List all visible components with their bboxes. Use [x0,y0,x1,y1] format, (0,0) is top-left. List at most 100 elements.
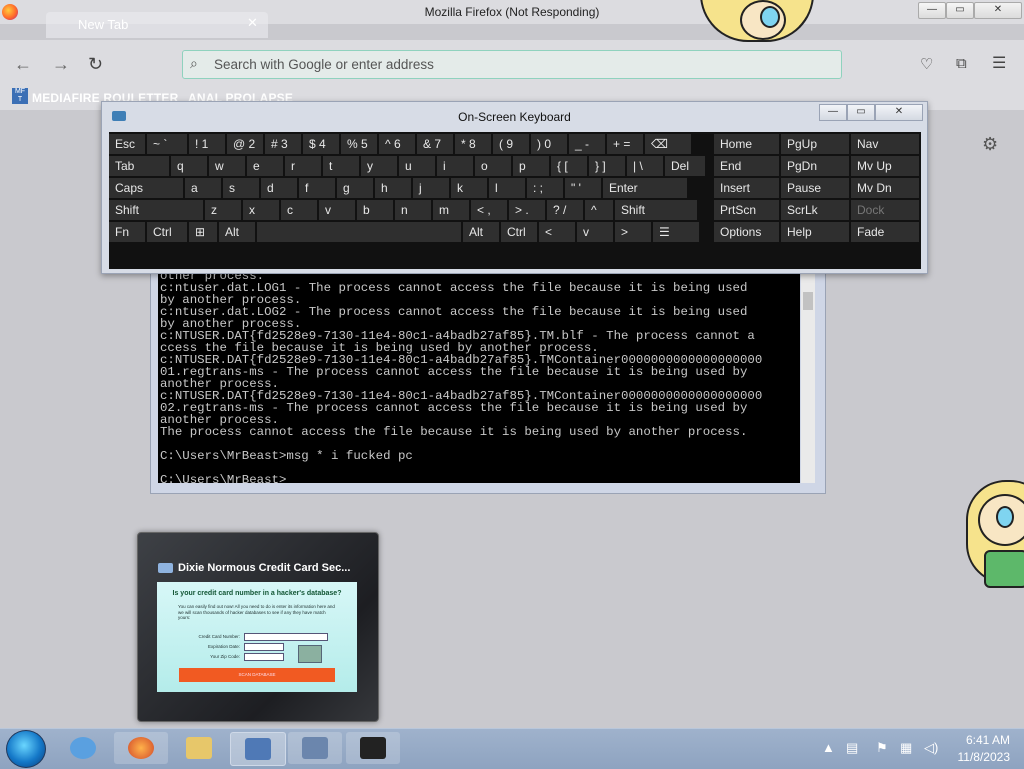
osk-key-rbr[interactable]: } ] [589,156,625,176]
osk-key-s[interactable]: s [223,178,259,198]
osk-key-menu[interactable]: ☰ [653,222,699,242]
osk-key-d6[interactable]: ^ 6 [379,134,415,154]
osk-key-w[interactable]: w [209,156,245,176]
osk-key-enter[interactable]: Enter [603,178,687,198]
osk-key-d[interactable]: d [261,178,297,198]
osk-key-del[interactable]: Del [665,156,705,176]
osk-key-slash[interactable]: ? / [547,200,583,220]
osk-key-m[interactable]: m [433,200,469,220]
osk-key-semi[interactable]: : ; [527,178,563,198]
osk-key-g[interactable]: g [337,178,373,198]
osk-key-dock[interactable]: Dock [851,200,919,220]
tray-volume-icon[interactable]: ◁) [924,740,938,756]
tray-expand-icon[interactable]: ▲ [822,740,835,755]
maximize-button[interactable]: ▭ [946,2,974,19]
osk-key-pgup[interactable]: PgUp [781,134,849,154]
osk-key-prtscn[interactable]: PrtScn [714,200,779,220]
address-input[interactable]: Search with Google or enter address [214,57,434,72]
osk-key-o[interactable]: o [475,156,511,176]
osk-key-y[interactable]: y [361,156,397,176]
osk-key-ctrlr[interactable]: Ctrl [501,222,537,242]
scan-database-button[interactable]: SCAN DATABASE [179,668,335,682]
osk-key-d3[interactable]: # 3 [265,134,301,154]
forward-arrow-icon[interactable]: → [52,54,70,75]
osk-key-fn[interactable]: Fn [109,222,145,242]
back-arrow-icon[interactable]: ← [14,54,32,75]
osk-key-altl[interactable]: Alt [219,222,255,242]
osk-key-end[interactable]: End [714,156,779,176]
osk-key-esc[interactable]: Esc [109,134,145,154]
osk-key-help[interactable]: Help [781,222,849,242]
osk-key-u[interactable]: u [399,156,435,176]
osk-key-win[interactable]: ⊞ [189,222,217,242]
osk-key-tilde[interactable]: ~ ` [147,134,187,154]
menu-icon[interactable]: ☰ [992,53,1006,73]
osk-key-pause[interactable]: Pause [781,178,849,198]
osk-key-x[interactable]: x [243,200,279,220]
osk-key-e[interactable]: e [247,156,283,176]
osk-key-insert[interactable]: Insert [714,178,779,198]
pocket-icon[interactable]: ♡ [920,55,933,73]
osk-key-bslash[interactable]: | \ [627,156,663,176]
taskbar-app-explorer[interactable] [172,732,226,764]
osk-key-d7[interactable]: & 7 [417,134,453,154]
osk-key-d2[interactable]: @ 2 [227,134,263,154]
osk-key-nav[interactable]: Nav [851,134,919,154]
osk-key-mvup[interactable]: Mv Up [851,156,919,176]
taskbar-app-credit-card-sec[interactable] [230,732,286,766]
osk-key-tab[interactable]: Tab [109,156,169,176]
osk-key-c[interactable]: c [281,200,317,220]
osk-key-options[interactable]: Options [714,222,779,242]
osk-key-b[interactable]: b [357,200,393,220]
extensions-icon[interactable]: ⧉ [956,55,967,72]
osk-key-equal[interactable]: + = [607,134,643,154]
osk-key-fade[interactable]: Fade [851,222,919,242]
osk-key-d0[interactable]: ) 0 [531,134,567,154]
osk-key-lbr[interactable]: { [ [551,156,587,176]
osk-minimize-button[interactable]: — [819,104,847,121]
zip-field[interactable] [244,653,284,661]
osk-key-shiftl[interactable]: Shift [109,200,203,220]
start-button[interactable] [6,730,46,768]
osk-key-comma[interactable]: < , [471,200,507,220]
reload-icon[interactable]: ↻ [88,54,103,75]
osk-key-altr[interactable]: Alt [463,222,499,242]
osk-key-down[interactable]: v [577,222,613,242]
osk-key-k[interactable]: k [451,178,487,198]
osk-key-left[interactable]: < [539,222,575,242]
osk-key-quote[interactable]: " ' [565,178,601,198]
osk-key-minus[interactable]: _ - [569,134,605,154]
osk-key-d8[interactable]: * 8 [455,134,491,154]
osk-key-f[interactable]: f [299,178,335,198]
minimize-button[interactable]: — [918,2,946,19]
osk-key-t[interactable]: t [323,156,359,176]
tray-keyboard-icon[interactable]: ▤ [846,740,858,756]
console-output[interactable]: other process. c:ntuser.dat.LOG1 - The p… [158,268,800,483]
osk-key-mvdn[interactable]: Mv Dn [851,178,919,198]
osk-key-n[interactable]: n [395,200,431,220]
osk-key-i[interactable]: i [437,156,473,176]
osk-maximize-button[interactable]: ▭ [847,104,875,121]
osk-key-a[interactable]: a [185,178,221,198]
osk-key-q[interactable]: q [171,156,207,176]
taskbar-app-firefox[interactable] [114,732,168,764]
osk-key-r[interactable]: r [285,156,321,176]
osk-key-pgdn[interactable]: PgDn [781,156,849,176]
osk-key-d1[interactable]: ! 1 [189,134,225,154]
credit-card-field[interactable] [244,633,328,641]
osk-key-caps[interactable]: Caps [109,178,183,198]
clock-time[interactable]: 6:41 AM [950,733,1010,747]
osk-key-h[interactable]: h [375,178,411,198]
osk-key-v[interactable]: v [319,200,355,220]
taskbar-app-osk[interactable] [288,732,342,764]
tray-flag-icon[interactable]: ⚑ [876,740,888,756]
osk-key-right[interactable]: > [615,222,651,242]
osk-key-scrlk[interactable]: ScrLk [781,200,849,220]
osk-key-up[interactable]: ^ [585,200,613,220]
osk-key-bksp[interactable]: ⌫ [645,134,691,154]
osk-key-d5[interactable]: % 5 [341,134,377,154]
osk-key-l[interactable]: l [489,178,525,198]
osk-key-shiftr[interactable]: Shift [615,200,697,220]
osk-key-space[interactable] [257,222,461,242]
osk-key-home[interactable]: Home [714,134,779,154]
